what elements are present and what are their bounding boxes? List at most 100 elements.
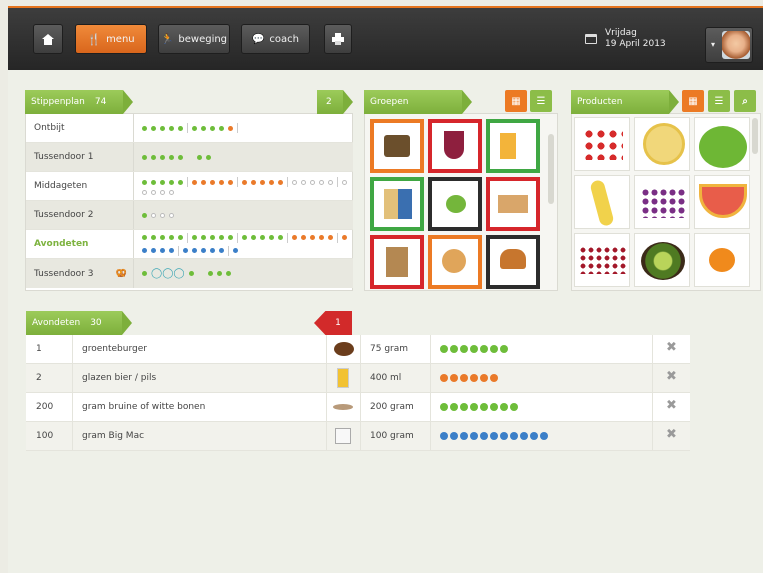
home-button[interactable] xyxy=(33,24,63,54)
grid-icon: ▦ xyxy=(511,95,521,107)
product-tile-druiven[interactable] xyxy=(634,175,690,229)
remove-icon[interactable]: ✖ xyxy=(666,428,680,442)
apple-icon xyxy=(699,126,747,168)
group-tile-dranken[interactable] xyxy=(486,119,540,173)
group-tile-fastfood[interactable] xyxy=(486,235,540,289)
food-row[interactable]: 100 gram Big Mac 100 gram ✖ xyxy=(26,422,690,451)
meal-label-text: Tussendoor 3 xyxy=(34,268,94,279)
product-tile-appel[interactable] xyxy=(694,117,750,171)
point-dots xyxy=(440,403,520,413)
meal-row-ontbijt[interactable]: Ontbijt xyxy=(26,114,353,143)
point-dot xyxy=(440,403,448,411)
stippenplan-badge-count: 2 xyxy=(326,97,332,107)
point-dots xyxy=(440,345,510,355)
list-view-button[interactable]: ☰ xyxy=(530,90,552,112)
groepen-title-text: Groepen xyxy=(370,97,409,107)
beweging-label: beweging xyxy=(178,33,228,45)
remove-icon[interactable]: ✖ xyxy=(666,370,680,384)
remove-icon[interactable]: ✖ xyxy=(666,341,680,355)
food-row[interactable]: 200 gram bruine of witte bonen 200 gram ✖ xyxy=(26,393,690,422)
product-tile-grapefruit[interactable] xyxy=(694,175,750,229)
stippenplan-total: 74 xyxy=(94,97,107,107)
date-day: Vrijdag xyxy=(605,28,637,38)
food-thumbnail xyxy=(330,394,356,420)
group-tile-fruit[interactable] xyxy=(428,177,482,231)
food-name: glazen bier / pils xyxy=(82,373,157,383)
grapes-icon xyxy=(641,188,685,218)
stippenplan-badge[interactable]: 2 xyxy=(317,90,353,114)
burger-patty-icon xyxy=(334,342,354,356)
producten-scrollbar[interactable] xyxy=(752,118,758,154)
list-icon: ☰ xyxy=(714,95,724,107)
top-bar: 🍴 menu 🏃 beweging 💬 coach Vrijdag 19 Apr… xyxy=(8,8,763,70)
point-dot xyxy=(460,374,468,382)
cutlery-icon: 🍴 xyxy=(87,32,102,46)
print-button[interactable] xyxy=(324,24,352,54)
point-dot xyxy=(470,345,478,353)
remove-icon[interactable]: ✖ xyxy=(666,399,680,413)
beweging-button[interactable]: 🏃 beweging xyxy=(158,24,230,54)
point-dot xyxy=(490,432,498,440)
meal-row-avondeten[interactable]: Avondeten xyxy=(26,230,353,259)
profile-button[interactable]: ▾ xyxy=(705,27,753,63)
group-tile-alcohol[interactable] xyxy=(428,119,482,173)
point-dot xyxy=(540,432,548,440)
group-tile-ontbijtproducten[interactable] xyxy=(370,177,424,231)
point-dot xyxy=(440,374,448,382)
food-amount: 200 gram xyxy=(370,402,414,412)
food-amount: 100 gram xyxy=(370,431,414,441)
point-dot xyxy=(450,345,458,353)
food-thumbnail xyxy=(330,336,356,362)
cake-icon xyxy=(498,195,528,213)
product-tile-kersen[interactable] xyxy=(574,233,630,287)
product-list-view-button[interactable]: ☰ xyxy=(708,90,730,112)
food-name: gram bruine of witte bonen xyxy=(82,402,206,412)
groepen-scrollbar[interactable] xyxy=(548,134,554,204)
meal-row-tussendoor-1[interactable]: Tussendoor 1 xyxy=(26,143,353,172)
menu-button[interactable]: 🍴 menu xyxy=(75,24,147,54)
product-tile-banaan[interactable] xyxy=(574,175,630,229)
product-tile-ananas[interactable] xyxy=(634,117,690,171)
food-thumbnail xyxy=(330,365,356,391)
meal-row-tussendoor-2[interactable]: Tussendoor 2 xyxy=(26,201,353,230)
point-dot xyxy=(470,432,478,440)
point-dot xyxy=(480,403,488,411)
avondeten-title: Avondeten 30 xyxy=(26,311,132,335)
meal-label: Ontbijt xyxy=(26,114,134,142)
product-tile-aardbeien[interactable] xyxy=(574,117,630,171)
meal-row-middageten[interactable]: Middageten xyxy=(26,172,353,201)
bread-icon xyxy=(386,247,408,277)
producten-title-text: Producten xyxy=(577,97,623,107)
burger-icon xyxy=(500,249,526,269)
cherries-icon xyxy=(579,246,627,274)
food-row[interactable]: 1 groenteburger 75 gram ✖ xyxy=(26,335,690,364)
home-icon xyxy=(42,33,54,45)
tangerine-icon xyxy=(709,248,735,272)
group-tile-brood[interactable] xyxy=(370,235,424,289)
product-grid-view-button[interactable]: ▦ xyxy=(682,90,704,112)
stippenplan-panel: Ontbijt Tussendoor 1 Middageten Tussendo… xyxy=(25,113,353,291)
dot-track xyxy=(134,143,353,171)
group-tile-conserven[interactable] xyxy=(370,119,424,173)
point-dot xyxy=(470,374,478,382)
avondeten-total: 30 xyxy=(90,318,102,328)
coach-button[interactable]: 💬 coach xyxy=(241,24,310,54)
point-dot xyxy=(440,345,448,353)
point-dot xyxy=(460,345,468,353)
group-tile-gebak[interactable] xyxy=(486,177,540,231)
product-tile-mandarijn[interactable] xyxy=(694,233,750,287)
point-dot xyxy=(510,432,518,440)
group-tile-koek[interactable] xyxy=(428,235,482,289)
product-tile-kiwi[interactable] xyxy=(634,233,690,287)
food-row[interactable]: 2 glazen bier / pils 400 ml ✖ xyxy=(26,364,690,393)
drop-icon: ◯◯◯ xyxy=(151,268,185,279)
food-amount: 75 gram xyxy=(370,344,409,354)
date-display[interactable]: Vrijdag 19 April 2013 xyxy=(585,28,666,50)
producten-title: Producten xyxy=(571,90,679,114)
dot-track xyxy=(134,201,353,229)
product-search-button[interactable]: ⌕ xyxy=(734,90,756,112)
grid-view-button[interactable]: ▦ xyxy=(505,90,527,112)
grapefruit-icon xyxy=(699,184,747,218)
date-full: 19 April 2013 xyxy=(605,39,666,49)
meal-row-tussendoor-3[interactable]: Tussendoor 3 🥨 ◯◯◯ xyxy=(26,259,353,288)
